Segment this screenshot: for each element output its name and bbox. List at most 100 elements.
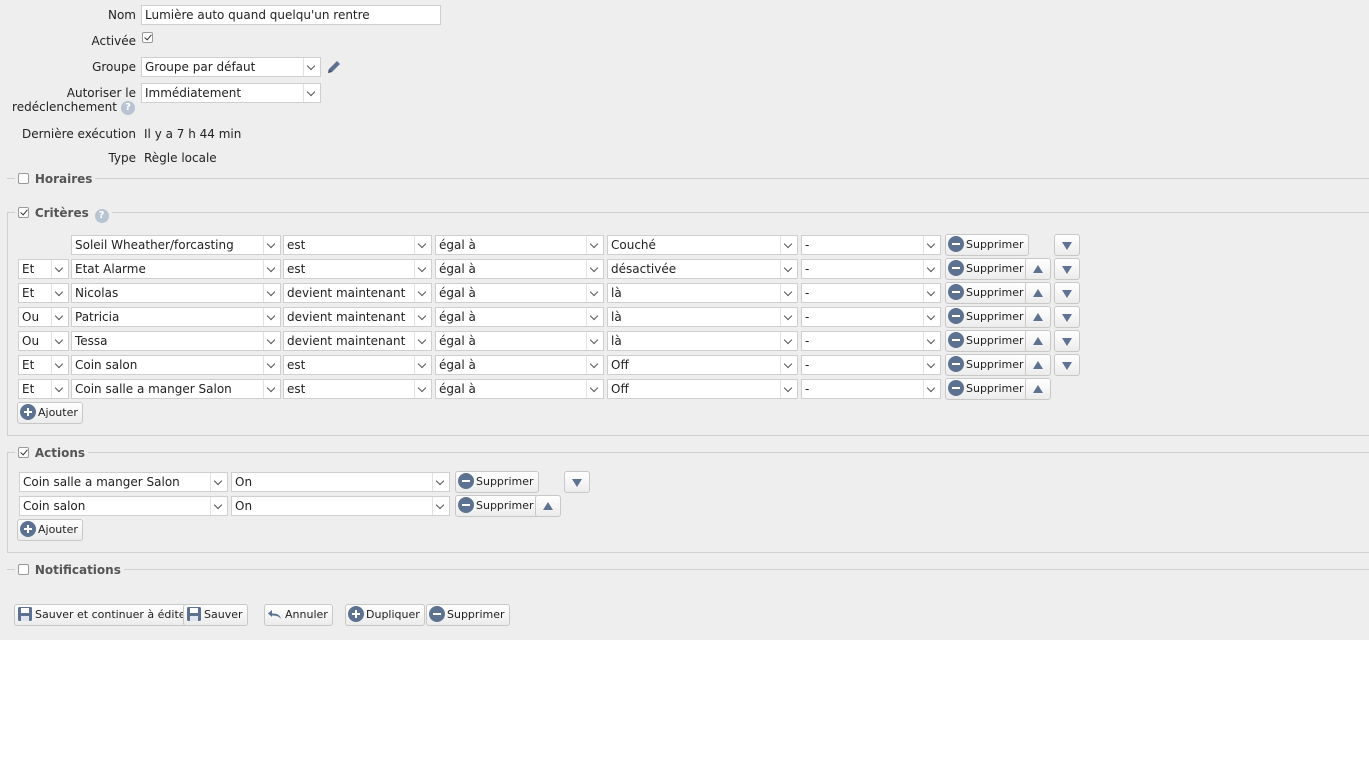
delete-criterion-button[interactable]: Supprimer (945, 258, 1029, 280)
minus-icon (948, 284, 964, 300)
criterion-comparator-select[interactable]: égal à (435, 259, 604, 279)
criterion-comparator-select[interactable]: égal à (435, 235, 604, 255)
criterion-comparator-select[interactable]: égal à (435, 355, 604, 375)
criterion-extra-select[interactable]: - (801, 355, 941, 375)
schedules-checkbox[interactable] (18, 173, 29, 184)
chevron-down-icon (923, 236, 940, 254)
move-down-button[interactable] (1054, 282, 1080, 304)
action-device-select[interactable]: Coin salon (19, 496, 228, 516)
criterion-comparator-select[interactable]: égal à (435, 331, 604, 351)
criterion-operator-select[interactable]: est (283, 259, 432, 279)
criterion-logic-select[interactable]: Et (18, 355, 69, 375)
criterion-device-select-value: Coin salon (75, 358, 138, 372)
criterion-extra-select[interactable]: - (801, 235, 941, 255)
cancel-button[interactable]: Annuler (264, 604, 333, 626)
criterion-operator-select[interactable]: est (283, 235, 432, 255)
save-button[interactable]: Sauver (183, 604, 248, 626)
criterion-comparator-select[interactable]: égal à (435, 283, 604, 303)
criterion-operator-select[interactable]: est (283, 379, 432, 399)
action-device-select[interactable]: Coin salle a manger Salon (19, 472, 228, 492)
move-down-button[interactable] (564, 471, 590, 493)
help-icon[interactable]: ? (121, 101, 135, 115)
criterion-device-select[interactable]: Nicolas (71, 283, 281, 303)
criterion-device-select[interactable]: Soleil Wheather/forcasting (71, 235, 281, 255)
name-input[interactable] (141, 5, 441, 25)
delete-label: Supprimer (476, 499, 534, 512)
criterion-logic-select-value: Et (22, 286, 35, 300)
criterion-value-select[interactable]: là (607, 331, 798, 351)
criterion-value-select-value: là (611, 310, 622, 324)
delete-action-button[interactable]: Supprimer (455, 471, 539, 493)
actions-checkbox[interactable] (18, 447, 29, 458)
move-up-button[interactable] (1025, 282, 1051, 304)
criterion-operator-select[interactable]: est (283, 355, 432, 375)
delete-rule-button[interactable]: Supprimer (426, 604, 510, 626)
criterion-extra-select[interactable]: - (801, 283, 941, 303)
delete-criterion-button[interactable]: Supprimer (945, 306, 1029, 328)
action-value-select[interactable]: On (231, 496, 450, 516)
criterion-device-select[interactable]: Coin salle a manger Salon (71, 379, 281, 399)
criterion-value-select[interactable]: Couché (607, 235, 798, 255)
group-select[interactable]: Groupe par défaut (141, 57, 321, 77)
criterion-logic-select[interactable]: Ou (18, 307, 69, 327)
move-down-button[interactable] (1054, 234, 1080, 256)
add-criterion-button[interactable]: Ajouter (17, 402, 83, 424)
edit-pencil-icon[interactable] (325, 58, 343, 76)
criterion-comparator-select[interactable]: égal à (435, 379, 604, 399)
criterion-device-select[interactable]: Patricia (71, 307, 281, 327)
help-icon[interactable]: ? (94, 209, 109, 223)
move-up-button[interactable] (1025, 306, 1051, 328)
criterion-value-select[interactable]: Off (607, 355, 798, 375)
criterion-value-select-value: Off (611, 382, 629, 396)
criterion-value-select[interactable]: là (607, 283, 798, 303)
criterion-extra-select[interactable]: - (801, 379, 941, 399)
criterion-operator-select[interactable]: devient maintenant (283, 331, 432, 351)
delete-action-button[interactable]: Supprimer (455, 495, 539, 517)
criterion-logic-select[interactable]: Et (18, 379, 69, 399)
chevron-down-icon (923, 380, 940, 398)
criterion-operator-select[interactable]: devient maintenant (283, 283, 432, 303)
enabled-checkbox[interactable] (142, 32, 153, 43)
delete-criterion-button[interactable]: Supprimer (945, 330, 1029, 352)
criteria-checkbox[interactable] (18, 207, 29, 218)
delete-criterion-button[interactable]: Supprimer (945, 234, 1029, 256)
criterion-device-select[interactable]: Coin salon (71, 355, 281, 375)
retrigger-select[interactable]: Immédiatement (141, 83, 321, 103)
move-up-button[interactable] (1025, 258, 1051, 280)
criterion-operator-select[interactable]: devient maintenant (283, 307, 432, 327)
notifications-checkbox[interactable] (18, 564, 29, 575)
move-up-button[interactable] (1025, 354, 1051, 376)
add-action-button[interactable]: Ajouter (17, 519, 83, 541)
criterion-logic-select[interactable]: Et (18, 259, 69, 279)
chevron-down-icon (923, 284, 940, 302)
criterion-extra-select[interactable]: - (801, 331, 941, 351)
minus-icon (948, 356, 964, 372)
save-continue-button[interactable]: Sauver et continuer à éditer (14, 604, 196, 626)
criterion-logic-select-value: Ou (22, 334, 40, 348)
move-down-button[interactable] (1054, 330, 1080, 352)
criterion-logic-select[interactable]: Ou (18, 331, 69, 351)
move-up-button[interactable] (1025, 378, 1051, 400)
criterion-logic-select[interactable]: Et (18, 283, 69, 303)
criterion-device-select[interactable]: Etat Alarme (71, 259, 281, 279)
move-up-button[interactable] (1025, 330, 1051, 352)
move-down-button[interactable] (1054, 306, 1080, 328)
move-up-button[interactable] (535, 495, 561, 517)
criterion-value-select[interactable]: là (607, 307, 798, 327)
delete-criterion-button[interactable]: Supprimer (945, 378, 1029, 400)
delete-criterion-button[interactable]: Supprimer (945, 354, 1029, 376)
criterion-comparator-select[interactable]: égal à (435, 307, 604, 327)
move-down-button[interactable] (1054, 354, 1080, 376)
action-value-select[interactable]: On (231, 472, 450, 492)
criterion-value-select[interactable]: Off (607, 379, 798, 399)
move-down-button[interactable] (1054, 258, 1080, 280)
chevron-down-icon (780, 308, 797, 326)
criterion-extra-select[interactable]: - (801, 259, 941, 279)
duplicate-button[interactable]: Dupliquer (345, 604, 425, 626)
criterion-extra-select[interactable]: - (801, 307, 941, 327)
criterion-device-select[interactable]: Tessa (71, 331, 281, 351)
delete-criterion-button[interactable]: Supprimer (945, 282, 1029, 304)
criterion-value-select[interactable]: désactivée (607, 259, 798, 279)
minus-icon (948, 260, 964, 276)
arrow-up-icon (543, 502, 553, 510)
